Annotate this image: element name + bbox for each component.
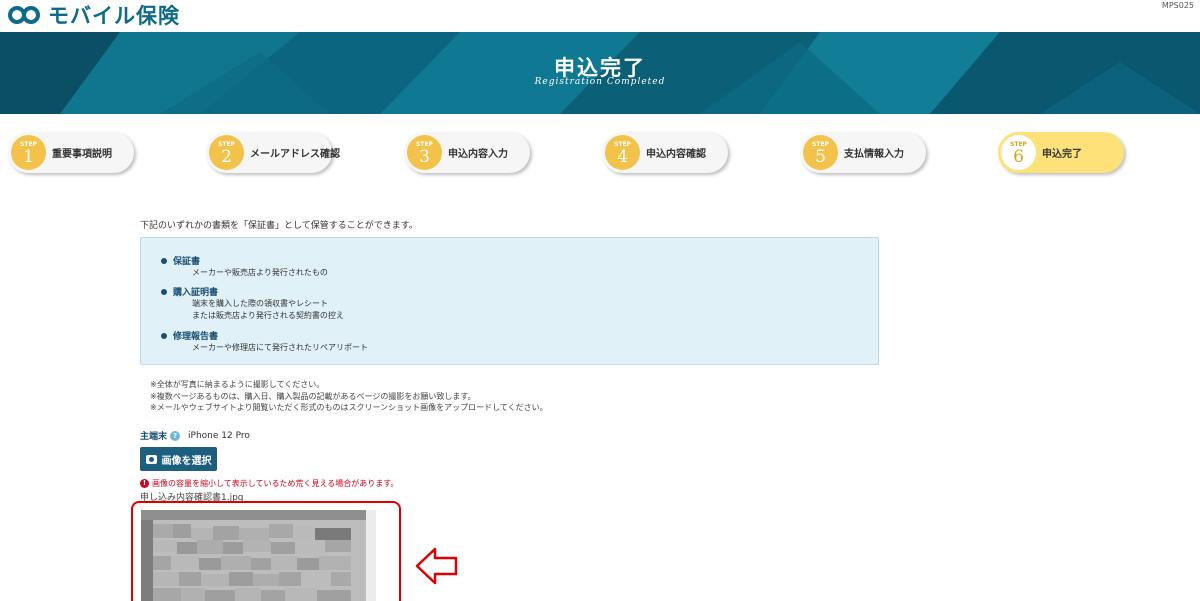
step-badge: STEP 2	[209, 135, 244, 170]
document-title: 購入証明書	[173, 288, 219, 298]
step-number: 6	[1013, 147, 1024, 167]
device-row: 主端末 ? iPhone 12 Pro	[140, 429, 250, 442]
step-4: STEP 4 申込内容確認	[602, 132, 728, 173]
document-item-purchase-proof: 購入証明書 端末を購入した際の領収書やレシート または販売店より発行される契約書…	[161, 285, 344, 322]
left-arrow-icon	[415, 547, 458, 585]
select-image-label: 画像を選択	[161, 455, 212, 467]
hero-banner: 申込完了 Registration Completed	[0, 32, 1200, 114]
device-label: 主端末	[140, 432, 168, 442]
step-3: STEP 3 申込内容入力	[404, 132, 530, 173]
warning-text: 画像の容量を縮小して表示しているため荒く見える場合があります。	[152, 479, 399, 488]
step-1: STEP 1 重要事項説明	[8, 132, 134, 173]
bullet-icon	[161, 288, 167, 295]
document-desc: メーカーや販売店より発行されたもの	[192, 268, 328, 277]
note: ※全体が写真に納まるように撮影してください。	[150, 380, 325, 389]
select-image-button[interactable]: 画像を選択	[140, 447, 217, 471]
image-warning: ! 画像の容量を縮小して表示しているため荒く見える場合があります。	[140, 478, 398, 489]
highlight-frame	[131, 501, 401, 601]
note: ※メールやウェブサイトより閲覧いただく形式のものはスクリーンショット画像をアップ…	[150, 403, 548, 412]
step-label: 申込内容確認	[646, 149, 706, 160]
document-types-box: 保証書 メーカーや販売店より発行されたもの 購入証明書 端末を購入した際の領収書…	[140, 237, 879, 365]
step-badge: STEP 4	[605, 135, 640, 170]
step-number: 2	[221, 147, 232, 167]
top-bar: モバイル保険 MPS025	[0, 0, 1200, 32]
step-number: 3	[419, 147, 430, 167]
camera-icon	[145, 454, 157, 464]
document-desc: メーカーや修理店にて発行されたリペアリポート	[192, 343, 368, 352]
notes: ※全体が写真に納まるように撮影してください。 ※複数ページあるものは、購入日、購…	[150, 379, 548, 414]
step-badge: STEP 5	[803, 135, 838, 170]
step-2: STEP 2 メールアドレス確認	[206, 132, 340, 173]
note: ※複数ページあるものは、購入日、購入製品の記載があるページの撮影をお願い致します…	[150, 391, 476, 401]
help-icon[interactable]: ?	[170, 430, 181, 441]
device-value: iPhone 12 Pro	[188, 430, 250, 441]
bullet-icon	[161, 332, 167, 339]
step-6-active: STEP 6 申込完了	[998, 132, 1124, 173]
document-title: 修理報告書	[173, 332, 219, 342]
step-label: メールアドレス確認	[250, 149, 340, 160]
alert-icon: !	[140, 479, 149, 488]
step-badge: STEP 3	[407, 135, 442, 170]
step-label: 支払情報入力	[844, 149, 904, 160]
step-label: 申込完了	[1042, 149, 1082, 160]
page-code: MPS025	[1161, 1, 1194, 10]
bullet-icon	[161, 257, 167, 264]
step-number: 4	[617, 147, 628, 167]
intro-text: 下記のいずれかの書類を「保証書」として保管することができます。	[140, 221, 418, 231]
document-desc: 端末を購入した際の領収書やレシート	[192, 299, 328, 308]
document-item-repair-report: 修理報告書 メーカーや修理店にて発行されたリペアリポート	[161, 329, 368, 354]
logo-mark-icon	[8, 4, 44, 26]
logo[interactable]: モバイル保険	[8, 2, 180, 28]
step-badge: STEP 1	[11, 135, 46, 170]
document-desc: または販売店より発行される契約書の控え	[192, 311, 344, 320]
logo-text: モバイル保険	[48, 4, 180, 28]
step-badge: STEP 6	[1001, 135, 1036, 170]
step-number: 1	[23, 147, 34, 167]
document-item-warranty: 保証書 メーカーや販売店より発行されたもの	[161, 254, 328, 279]
document-title: 保証書	[173, 257, 201, 267]
page-subtitle: Registration Completed	[534, 77, 666, 87]
step-label: 申込内容入力	[448, 149, 508, 160]
progress-steps: STEP 1 重要事項説明 STEP 2 メールアドレス確認 STEP 3 申込…	[0, 132, 1200, 176]
step-number: 5	[815, 147, 826, 167]
step-label: 重要事項説明	[52, 149, 112, 160]
step-5: STEP 5 支払情報入力	[800, 132, 926, 173]
